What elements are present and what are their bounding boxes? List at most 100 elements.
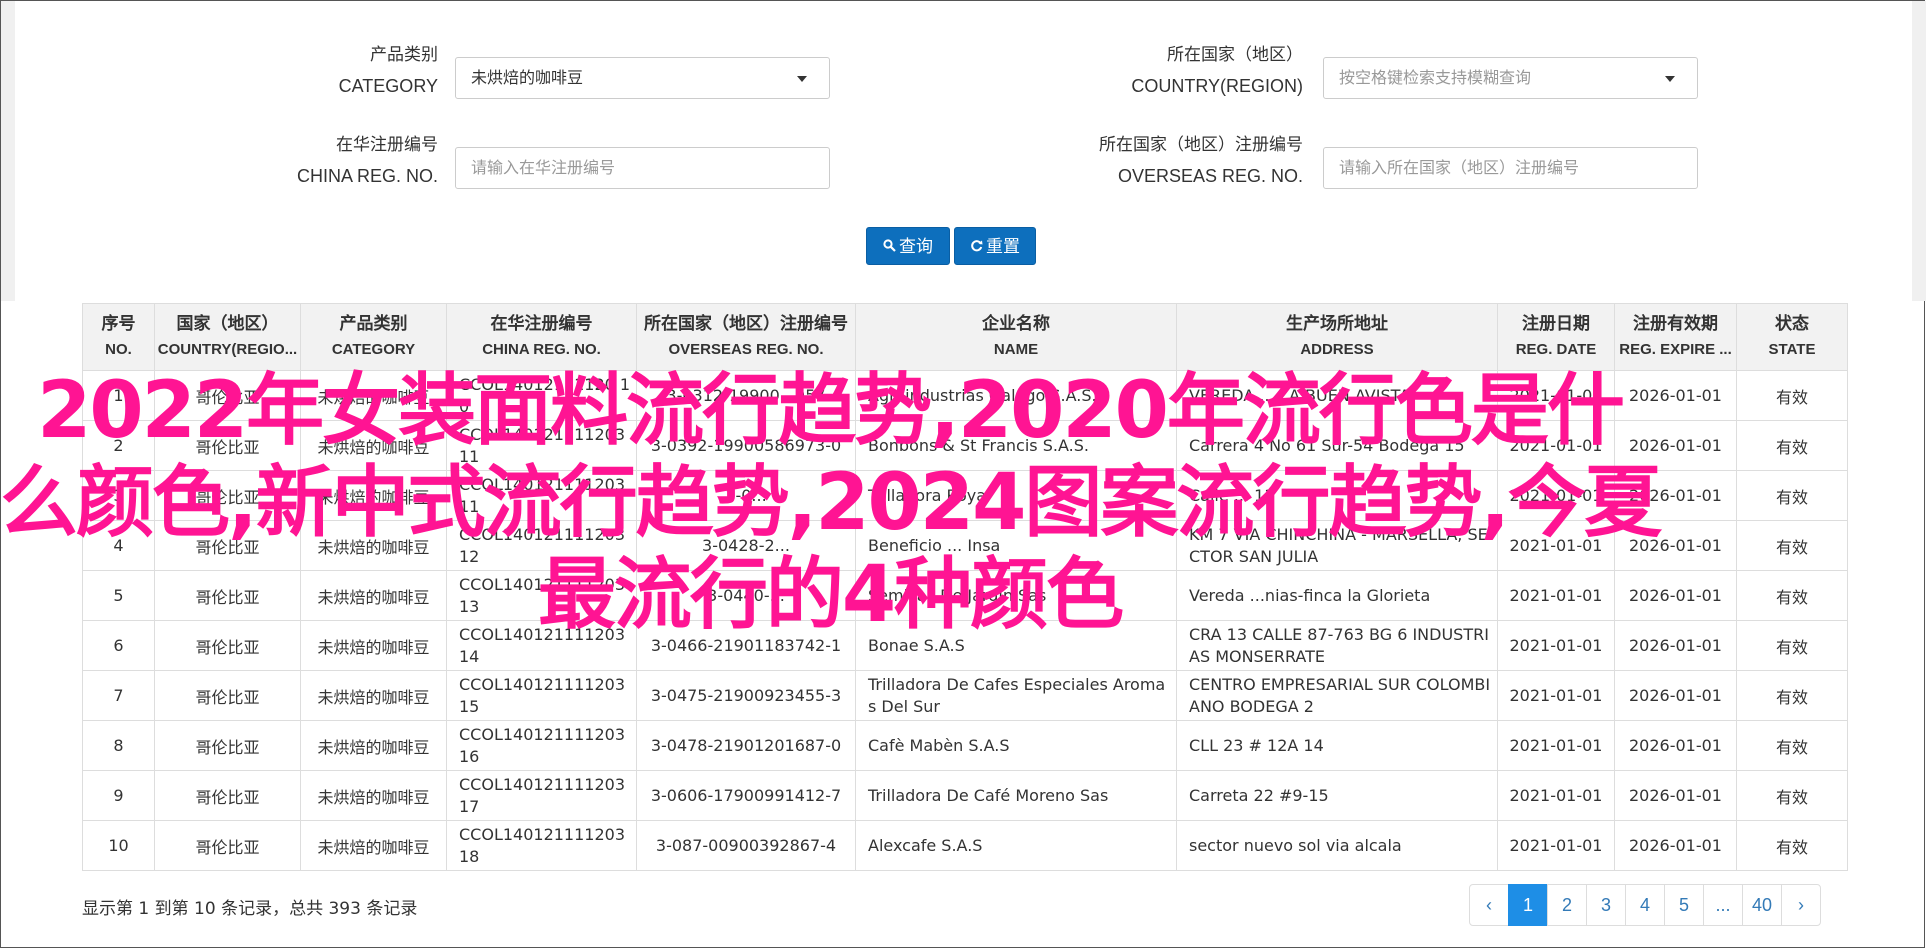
pagination-page-40[interactable]: 40: [1742, 884, 1782, 926]
cell-state: 有效: [1736, 470, 1848, 521]
cell-state: 有效: [1736, 770, 1848, 821]
records-summary: 显示第 1 到第 10 条记录，总共 393 条记录: [82, 899, 418, 919]
table-row[interactable]: 6 哥伦比亚 未烘焙的咖啡豆 CCOL140121111203 14 3-0466-21…: [82, 620, 1848, 671]
cell-no: 6: [82, 620, 155, 671]
col-header-expire[interactable]: 注册有效期 REG. EXPIRE ...: [1614, 303, 1737, 371]
cell-china-reg: CCOL140121111203 14: [446, 620, 637, 671]
table-row[interactable]: 4 哥伦比亚 未烘焙的咖啡豆 CCOL140121111203 12 3-0428-2.…: [82, 520, 1848, 571]
search-icon: [883, 229, 896, 267]
cell-expire: 2026-01-01: [1614, 720, 1737, 771]
cell-address: Calle ... 13: [1176, 470, 1498, 521]
overseas-reg-label-en: OVERSEAS REG. NO.: [1117, 166, 1303, 186]
col-header-country[interactable]: 国家（地区） COUNTRY(REGIO...: [154, 303, 301, 371]
chevron-down-icon: [797, 76, 807, 82]
cell-state: 有效: [1736, 570, 1848, 621]
pagination: ‹ 1 2 3 4 5 ... 40 ›: [1469, 884, 1821, 926]
col-header-no[interactable]: 序号 NO.: [82, 303, 155, 371]
overseas-reg-input[interactable]: 请输入所在国家（地区）注册编号: [1323, 147, 1698, 189]
cell-china-reg: CCOL140121111203 16: [446, 720, 637, 771]
cell-address: CLL 23 # 12A 14: [1176, 720, 1498, 771]
col-header-overseas-reg[interactable]: 所在国家（地区）注册编号 OVERSEAS REG. NO.: [636, 303, 856, 371]
cell-expire: 2026-01-01: [1614, 620, 1737, 671]
reset-button-label: 重置: [986, 237, 1020, 257]
category-select-value: 未烘焙的咖啡豆: [471, 68, 584, 87]
pagination-page-4[interactable]: 4: [1625, 884, 1665, 926]
pagination-page-1[interactable]: 1: [1508, 884, 1548, 926]
table-row[interactable]: 1 哥伦比亚 未烘焙的咖啡豆 CCOL14012111120 10 3-0312-199…: [82, 370, 1848, 421]
cell-overseas-reg: 3-0606-17900991412-7: [636, 770, 856, 821]
cell-reg-date: 2021-01-01: [1497, 670, 1615, 721]
table-row[interactable]: 5 哥伦比亚 未烘焙的咖啡豆 CCOL140121111203 13 3-0440-..…: [82, 570, 1848, 621]
category-label: 产品类别 CATEGORY: [300, 40, 438, 102]
overseas-reg-input-placeholder: 请输入所在国家（地区）注册编号: [1339, 158, 1580, 177]
right-scroll-strip: [1912, 1, 1926, 301]
cell-no: 2: [82, 420, 155, 471]
pagination-page-5[interactable]: 5: [1664, 884, 1704, 926]
pagination-prev[interactable]: ‹: [1469, 884, 1509, 926]
china-reg-label: 在华注册编号 CHINA REG. NO.: [250, 130, 438, 192]
table-row[interactable]: 3 哥伦比亚 未烘焙的咖啡豆 CCOL140121111203 11 3-0... Tri…: [82, 470, 1848, 521]
cell-china-reg: CCOL140121111203 15: [446, 670, 637, 721]
cell-name: Trilladora De Café Moreno Sas: [855, 770, 1177, 821]
country-label-en: COUNTRY(REGION): [1131, 76, 1303, 96]
cell-name: Trilladora De Cafes Especiales Aromas De…: [855, 670, 1177, 721]
cell-category: 未烘焙的咖啡豆: [300, 770, 447, 821]
cell-state: 有效: [1736, 820, 1848, 871]
china-reg-label-en: CHINA REG. NO.: [296, 166, 438, 186]
cell-reg-date: 2021-01-01: [1497, 420, 1615, 471]
cell-category: 未烘焙的咖啡豆: [300, 420, 447, 471]
cell-reg-date: 2021-01-01: [1497, 470, 1615, 521]
china-reg-input[interactable]: 请输入在华注册编号: [455, 147, 830, 189]
cell-overseas-reg: 3-0...: [636, 470, 856, 521]
table-row[interactable]: 9 哥伦比亚 未烘焙的咖啡豆 CCOL140121111203 17 3-0606-17…: [82, 770, 1848, 821]
table-row[interactable]: 8 哥伦比亚 未烘焙的咖啡豆 CCOL140121111203 16 3-0478-21…: [82, 720, 1848, 771]
cell-no: 8: [82, 720, 155, 771]
cell-china-reg: CCOL14012111120 10: [446, 370, 637, 421]
cell-reg-date: 2021-01-01: [1497, 620, 1615, 671]
cell-address: sector nuevo sol via alcala: [1176, 820, 1498, 871]
cell-overseas-reg: 3-0478-21901201687-0: [636, 720, 856, 771]
table-row[interactable]: 2 哥伦比亚 未烘焙的咖啡豆 CCOL140121111203 11 3-0392-19…: [82, 420, 1848, 471]
cell-reg-date: 2021-01-01: [1497, 820, 1615, 871]
cell-category: 未烘焙的咖啡豆: [300, 720, 447, 771]
cell-expire: 2026-01-01: [1614, 820, 1737, 871]
col-header-state[interactable]: 状态 STATE: [1736, 303, 1848, 371]
table-row[interactable]: 10 哥伦比亚 未烘焙的咖啡豆 CCOL140121111203 18 3-087-00…: [82, 820, 1848, 871]
cell-no: 4: [82, 520, 155, 571]
search-button-label: 查询: [899, 237, 933, 257]
table-row[interactable]: 7 哥伦比亚 未烘焙的咖啡豆 CCOL140121111203 15 3-0475-21…: [82, 670, 1848, 721]
cell-reg-date: 2021-01-01: [1497, 770, 1615, 821]
cell-name: Alexcafe S.A.S: [855, 820, 1177, 871]
pagination-ellipsis: ...: [1703, 884, 1743, 926]
overseas-reg-label-cn: 所在国家（地区）注册编号: [1099, 135, 1303, 155]
cell-reg-date: 2021-01-01: [1497, 370, 1615, 421]
pagination-next[interactable]: ›: [1781, 884, 1821, 926]
country-select-placeholder: 按空格键检索支持模糊查询: [1339, 68, 1532, 87]
col-header-china-reg[interactable]: 在华注册编号 CHINA REG. NO.: [446, 303, 637, 371]
cell-category: 未烘焙的咖啡豆: [300, 670, 447, 721]
category-select[interactable]: 未烘焙的咖啡豆: [455, 57, 830, 99]
cell-no: 9: [82, 770, 155, 821]
cell-expire: 2026-01-01: [1614, 770, 1737, 821]
cell-address: Vereda ...nias-finca la Glorieta: [1176, 570, 1498, 621]
country-select[interactable]: 按空格键检索支持模糊查询: [1323, 57, 1698, 99]
col-header-category[interactable]: 产品类别 CATEGORY: [300, 303, 447, 371]
reset-button[interactable]: 重置: [954, 227, 1036, 265]
category-label-cn: 产品类别: [370, 45, 438, 65]
col-header-name[interactable]: 企业名称 NAME: [855, 303, 1177, 371]
cell-country: 哥伦比亚: [154, 620, 301, 671]
cell-state: 有效: [1736, 720, 1848, 771]
col-header-reg-date[interactable]: 注册日期 REG. DATE: [1497, 303, 1615, 371]
search-button[interactable]: 查询: [866, 227, 950, 265]
cell-expire: 2026-01-01: [1614, 470, 1737, 521]
cell-address: Carrera 4 No 61 Sur-54 Bodega 15: [1176, 420, 1498, 471]
results-table-wrap: 序号 NO. 国家（地区） COUNTRY(REGIO... 产品类别 CATEGOR…: [82, 303, 1848, 871]
col-header-address[interactable]: 生产场所地址 ADDRESS: [1176, 303, 1498, 371]
cell-reg-date: 2021-01-01: [1497, 720, 1615, 771]
left-scroll-strip: [1, 1, 15, 301]
cell-name: Trilladora Royal: [855, 470, 1177, 521]
pagination-page-3[interactable]: 3: [1586, 884, 1626, 926]
pagination-page-2[interactable]: 2: [1547, 884, 1587, 926]
cell-china-reg: CCOL140121111203 11: [446, 420, 637, 471]
cell-address: CENTRO EMPRESARIAL SUR COLOMBIANO BODEGA…: [1176, 670, 1498, 721]
